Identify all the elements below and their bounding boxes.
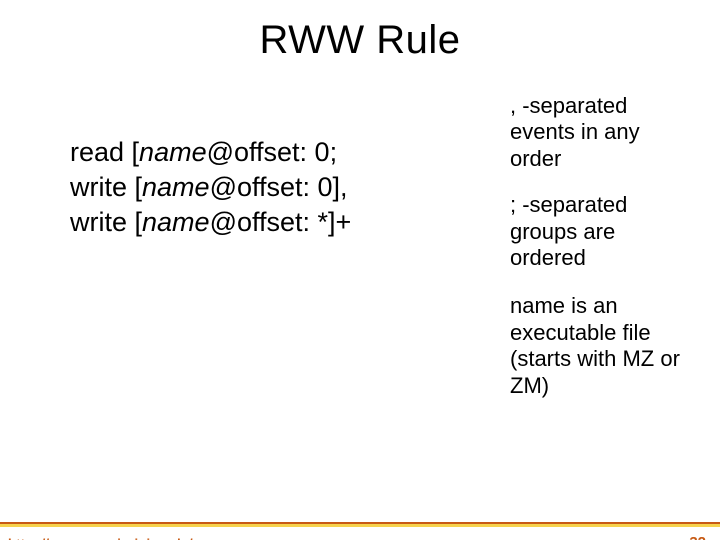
slide: RWW Rule read [name@offset: 0; write [na… (0, 18, 720, 540)
text: write [ (70, 172, 142, 202)
text: @offset: 0; (207, 137, 337, 167)
body: read [name@offset: 0; write [name@offset… (0, 93, 720, 419)
rule-line-1: read [name@offset: 0; (70, 135, 510, 170)
footer: http: //www. cs. virginia. edu/evans 32 (0, 522, 720, 540)
rule-line-3: write [name@offset: *]+ (70, 205, 510, 240)
note-3: name is an executable file (starts with … (510, 293, 692, 399)
text: read [ (70, 137, 139, 167)
name-italic: name (139, 137, 207, 167)
note-2: ; -separated groups are ordered (510, 192, 692, 271)
text: write [ (70, 207, 142, 237)
text: @offset: *]+ (210, 207, 352, 237)
slide-title: RWW Rule (0, 18, 720, 63)
page-number: 32 (689, 534, 706, 540)
note-1: , -separated events in any order (510, 93, 692, 172)
footer-link: http: //www. cs. virginia. edu/evans (8, 536, 231, 540)
rule-line-2: write [name@offset: 0], (70, 170, 510, 205)
notes-block: , -separated events in any order ; -sepa… (510, 93, 692, 419)
text: @offset: 0], (210, 172, 348, 202)
name-italic: name (510, 293, 565, 318)
footer-rule (0, 522, 720, 527)
name-italic: name (142, 207, 210, 237)
rule-block: read [name@offset: 0; write [name@offset… (70, 93, 510, 240)
name-italic: name (142, 172, 210, 202)
